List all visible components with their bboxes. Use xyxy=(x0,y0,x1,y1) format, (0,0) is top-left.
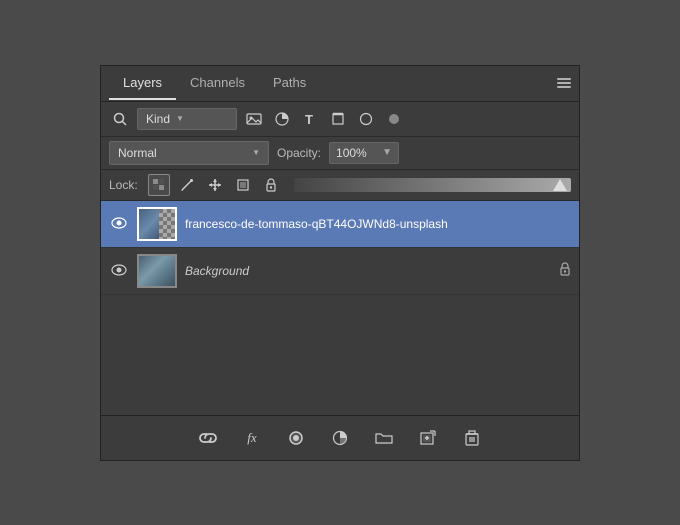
layers-panel: Layers Channels Paths Kind ▼ T xyxy=(100,65,580,461)
fill-slider-thumb xyxy=(553,179,567,191)
shape-filter-icon[interactable] xyxy=(327,108,349,130)
adjustment-filter-icon[interactable] xyxy=(271,108,293,130)
opacity-label: Opacity: xyxy=(277,146,321,160)
layer-visibility-toggle[interactable] xyxy=(109,263,129,279)
lock-all-icon[interactable] xyxy=(260,174,282,196)
link-icon[interactable] xyxy=(194,424,222,452)
blend-mode-label: Normal xyxy=(118,146,157,160)
eye-icon xyxy=(111,263,127,279)
adjustment-layer-icon[interactable] xyxy=(326,424,354,452)
search-icon[interactable] xyxy=(109,108,131,130)
pixel-filter-icon[interactable] xyxy=(383,108,405,130)
layer-thumbnail xyxy=(137,207,177,241)
layer-visibility-toggle[interactable] xyxy=(109,216,129,232)
lock-artboard-icon[interactable] xyxy=(232,174,254,196)
new-layer-icon[interactable] xyxy=(414,424,442,452)
kind-chevron-icon: ▼ xyxy=(176,114,184,123)
blend-opacity-row: Normal ▼ Opacity: 100% ▼ xyxy=(101,137,579,170)
lock-image-pixels-icon[interactable] xyxy=(176,174,198,196)
lock-position-icon[interactable] xyxy=(204,174,226,196)
folder-icon[interactable] xyxy=(370,424,398,452)
blend-mode-dropdown[interactable]: Normal ▼ xyxy=(109,141,269,165)
layer-name: francesco-de-tommaso-qBT44OJWNd8-unsplas… xyxy=(185,217,571,231)
layer-transparency-indicator xyxy=(159,209,175,241)
tab-channels[interactable]: Channels xyxy=(176,67,259,100)
layer-lock-icon xyxy=(559,262,571,279)
fx-label: fx xyxy=(247,430,256,446)
tab-layers[interactable]: Layers xyxy=(109,67,176,100)
bottom-toolbar: fx xyxy=(101,415,579,460)
opacity-input[interactable]: 100% ▼ xyxy=(329,142,399,164)
lock-row: Lock: xyxy=(101,170,579,201)
fill-layer-icon[interactable] xyxy=(282,424,310,452)
lock-transparent-icon[interactable] xyxy=(148,174,170,196)
fx-icon[interactable]: fx xyxy=(238,424,266,452)
layers-list: francesco-de-tommaso-qBT44OJWNd8-unsplas… xyxy=(101,201,579,295)
smart-filter-icon[interactable] xyxy=(355,108,377,130)
lock-label: Lock: xyxy=(109,178,138,192)
text-filter-icon[interactable]: T xyxy=(299,108,321,130)
eye-icon xyxy=(111,216,127,232)
opacity-value-text: 100% xyxy=(336,146,367,160)
svg-text:T: T xyxy=(305,112,313,126)
layer-item[interactable]: Background xyxy=(101,248,579,295)
layer-thumbnail xyxy=(137,254,177,288)
tab-bar: Layers Channels Paths xyxy=(101,66,579,102)
blend-chevron-icon: ▼ xyxy=(252,148,260,157)
kind-label: Kind xyxy=(146,112,170,126)
layer-item[interactable]: francesco-de-tommaso-qBT44OJWNd8-unsplas… xyxy=(101,201,579,248)
kind-dropdown[interactable]: Kind ▼ xyxy=(137,108,237,130)
layer-name: Background xyxy=(185,264,551,278)
panel-menu-icon[interactable] xyxy=(557,75,571,91)
image-filter-icon[interactable] xyxy=(243,108,265,130)
filter-row: Kind ▼ T xyxy=(101,102,579,137)
opacity-arrow-icon: ▼ xyxy=(382,147,392,158)
tab-paths[interactable]: Paths xyxy=(259,67,320,100)
fill-slider[interactable] xyxy=(294,178,571,192)
delete-layer-icon[interactable] xyxy=(458,424,486,452)
empty-layers-area xyxy=(101,295,579,415)
layer-image-preview xyxy=(139,256,175,286)
